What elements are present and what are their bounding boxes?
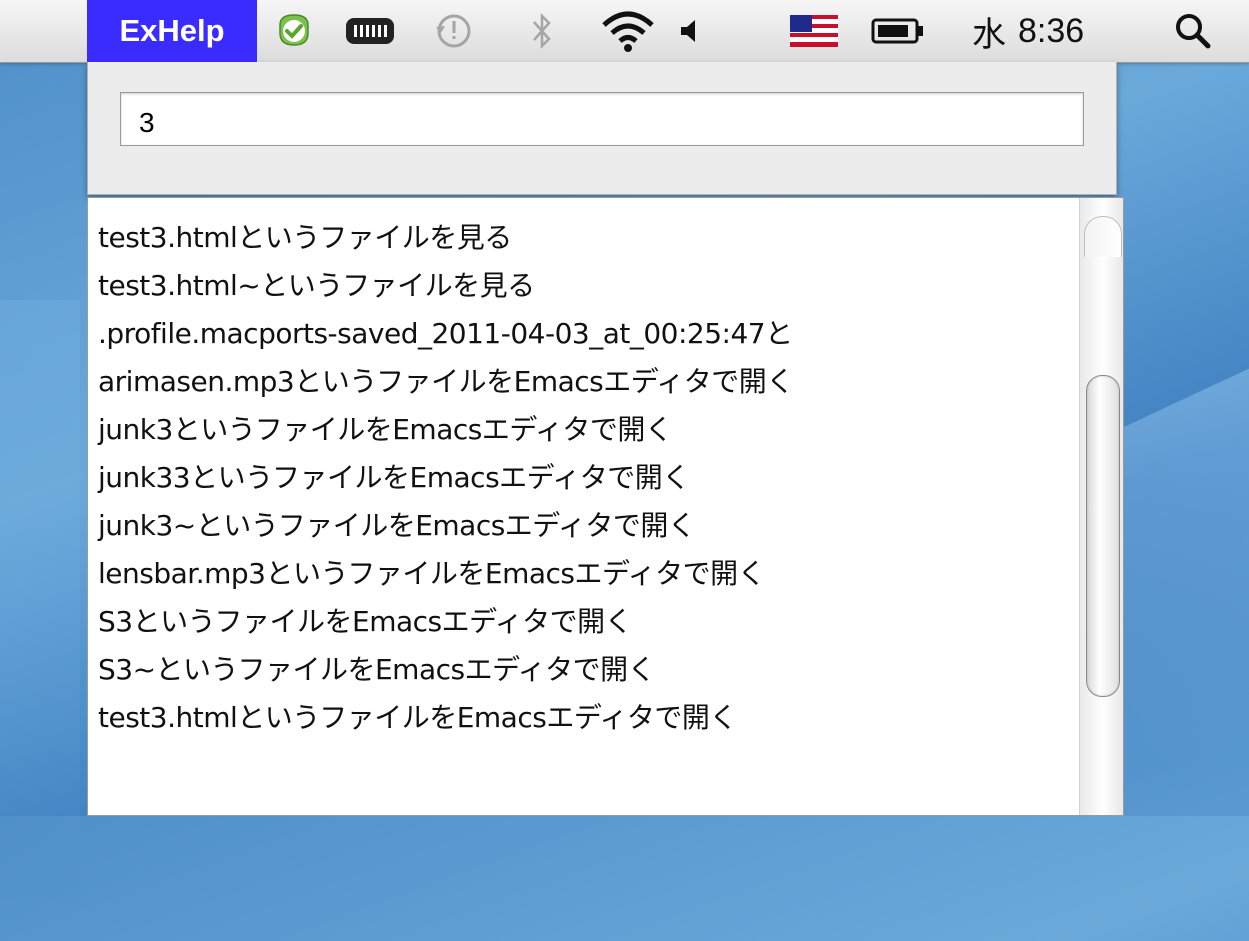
spotlight-search-icon[interactable] [1168,0,1218,62]
menu-clock[interactable]: 水 8:36 [972,0,1112,62]
result-item[interactable]: junk3というファイルをEmacsエディタで開く [88,406,1078,454]
result-item[interactable]: junk3~というファイルをEmacsエディタで開く [88,502,1078,550]
app-menu-exhelp[interactable]: ExHelp [87,0,257,62]
result-item[interactable]: test3.htmlというファイルを見る [88,214,1078,262]
clock-time: 8:36 [1018,11,1085,50]
volume-icon[interactable] [670,0,706,62]
results-items: test3.htmlというファイルを見る test3.html~というファイルを見… [88,214,1078,742]
result-item[interactable]: arimasen.mp3というファイルをEmacsエディタで開く [88,358,1078,406]
wifi-icon[interactable] [596,0,660,62]
menu-bar: ExHelp 水 8:36 [0,0,1249,63]
battery-icon[interactable] [866,0,930,62]
exhelp-popup-panel [87,62,1117,195]
results-list: test3.htmlというファイルを見る test3.html~というファイルを見… [87,197,1124,816]
result-item[interactable]: S3~というファイルをEmacsエディタで開く [88,646,1078,694]
desktop-highlight-left [0,300,80,900]
search-input[interactable] [120,92,1084,146]
result-item[interactable]: S3というファイルをEmacsエディタで開く [88,598,1078,646]
result-item[interactable]: junk33というファイルをEmacsエディタで開く [88,454,1078,502]
scrollbar-top-cap [1084,216,1122,257]
battery-meter-icon[interactable] [338,0,402,62]
result-item[interactable]: lensbar.mp3というファイルをEmacsエディタで開く [88,550,1078,598]
check-badge-icon[interactable] [266,0,322,62]
time-machine-icon[interactable] [428,0,478,62]
result-item[interactable]: test3.html~というファイルを見る [88,262,1078,310]
result-item[interactable]: .profile.macports-saved_2011-04-03_at_00… [88,310,1078,358]
result-item[interactable]: test3.htmlというファイルをEmacsエディタで開く [88,694,1078,742]
scrollbar[interactable] [1079,198,1123,815]
scrollbar-thumb[interactable] [1086,375,1120,697]
clock-day: 水 [972,15,1006,54]
app-name: ExHelp [119,13,225,48]
bluetooth-icon[interactable] [522,0,562,62]
us-flag-input-icon[interactable] [786,0,842,62]
